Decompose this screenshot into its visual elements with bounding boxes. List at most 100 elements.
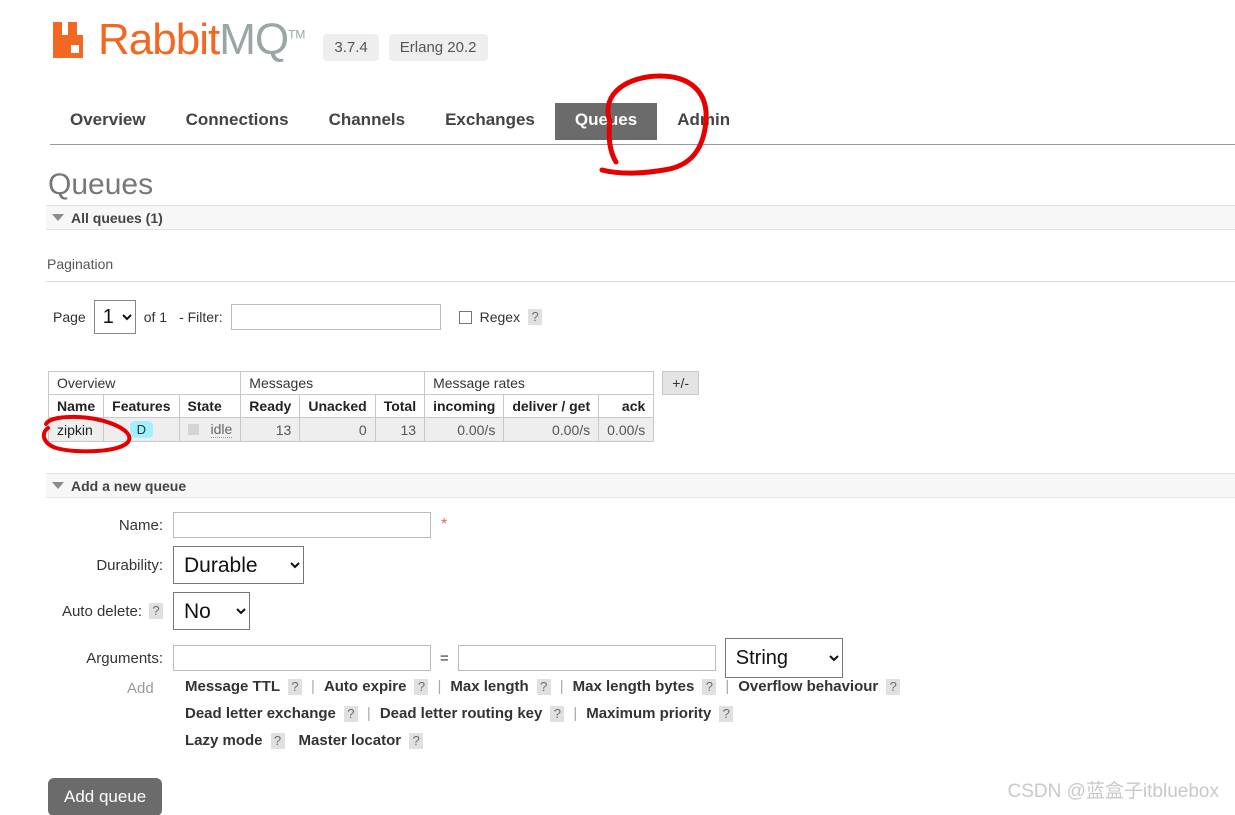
col-unacked[interactable]: Unacked	[299, 394, 376, 418]
argument-type-select[interactable]: String Number Boolean List	[724, 638, 843, 678]
preset-auto-expire[interactable]: Auto expire	[324, 678, 407, 695]
preset-max-length[interactable]: Max length	[450, 678, 528, 695]
col-state[interactable]: State	[178, 394, 242, 418]
form-row-name: Name: *	[48, 512, 843, 538]
regex-label: Regex	[479, 309, 521, 325]
col-features[interactable]: Features	[103, 394, 180, 418]
group-header-message-rates: Message rates	[424, 371, 655, 395]
group-header-overview: Overview	[47, 371, 242, 395]
cell-features: D	[103, 417, 180, 442]
preset-lazy-mode[interactable]: Lazy mode	[185, 732, 263, 749]
auto-expire-help-icon[interactable]: ?	[414, 678, 429, 695]
page-count-label: of 1	[143, 309, 168, 325]
max-length-bytes-help-icon[interactable]: ?	[702, 678, 717, 695]
filter-dash: -	[179, 309, 184, 325]
app-header: RabbitMQTM 3.7.4 Erlang 20.2	[50, 18, 498, 62]
col-ack[interactable]: ack	[598, 394, 655, 418]
preset-dead-letter-routing-key[interactable]: Dead letter routing key	[380, 705, 543, 722]
regex-control[interactable]: Regex ?	[458, 309, 543, 325]
dead-letter-exchange-help-icon[interactable]: ?	[343, 705, 358, 722]
arguments-label: Arguments:	[86, 649, 163, 667]
cell-deliver-get: 0.00/s	[503, 417, 600, 442]
state-text: idle	[210, 421, 233, 438]
overflow-behaviour-help-icon[interactable]: ?	[886, 678, 901, 695]
tab-overview[interactable]: Overview	[50, 103, 166, 140]
nav-list: Overview Connections Channels Exchanges …	[50, 103, 1235, 140]
col-name[interactable]: Name	[47, 394, 105, 418]
tab-channels[interactable]: Channels	[309, 103, 426, 140]
all-queues-section-header[interactable]: All queues (1)	[46, 205, 1235, 230]
collapse-triangle-icon[interactable]	[52, 482, 64, 489]
preset-separator: |	[437, 678, 442, 695]
add-queue-section-header[interactable]: Add a new queue	[46, 473, 1235, 498]
regex-checkbox[interactable]	[458, 310, 472, 324]
tab-exchanges[interactable]: Exchanges	[425, 103, 555, 140]
preset-message-ttl[interactable]: Message TTL	[185, 678, 280, 695]
table-row[interactable]: zipkin D idle 13 0 13 0.00/s 0.00/s 0.00…	[47, 417, 655, 442]
tab-queues[interactable]: Queues	[554, 103, 658, 140]
preset-separator: |	[559, 678, 564, 695]
auto-delete-select[interactable]: No Yes	[173, 592, 250, 630]
table-column-header-row: Name Features State Ready Unacked Total …	[47, 394, 655, 418]
pagination-controls: Page 1 of 1 - Filter: Regex ?	[53, 300, 543, 334]
add-queue-button[interactable]: Add queue	[48, 778, 163, 815]
auto-delete-label-group: Auto delete: ?	[48, 603, 173, 620]
col-total[interactable]: Total	[374, 394, 426, 418]
col-ready[interactable]: Ready	[240, 394, 301, 418]
filter-text: Filter:	[187, 309, 223, 325]
preset-max-length-bytes[interactable]: Max length bytes	[573, 678, 695, 695]
preset-row-1: Message TTL ? | Auto expire ? | Max leng…	[185, 678, 901, 695]
durable-badge: D	[129, 421, 154, 438]
toggle-columns-button[interactable]: +/-	[662, 371, 700, 395]
erlang-version-badge: Erlang 20.2	[388, 33, 488, 61]
preset-master-locator[interactable]: Master locator	[299, 732, 402, 749]
preset-separator: |	[725, 678, 730, 695]
form-row-arguments: Arguments: = String Number Boolean List	[48, 638, 843, 678]
collapse-triangle-icon[interactable]	[52, 214, 64, 221]
page-label: Page	[53, 309, 86, 325]
page-title: Queues	[48, 168, 154, 201]
durability-select[interactable]: Durable Transient	[173, 546, 304, 584]
rabbitmq-version-badge: 3.7.4	[323, 33, 379, 61]
argument-presets: Add Message TTL ? | Auto expire ? | Max …	[127, 678, 901, 759]
regex-help-icon[interactable]: ?	[528, 309, 543, 325]
queue-name-input[interactable]	[173, 512, 431, 538]
preset-dead-letter-exchange[interactable]: Dead letter exchange	[185, 705, 336, 722]
argument-key-input[interactable]	[173, 645, 431, 671]
maximum-priority-help-icon[interactable]: ?	[719, 705, 734, 722]
cell-state: idle	[178, 417, 242, 442]
group-header-messages: Messages	[240, 371, 426, 395]
auto-delete-help-icon[interactable]: ?	[149, 603, 163, 619]
preset-maximum-priority[interactable]: Maximum priority	[586, 705, 711, 722]
required-asterisk: *	[441, 516, 448, 533]
rabbitmq-management-page: RabbitMQTM 3.7.4 Erlang 20.2 Overview Co…	[0, 0, 1235, 815]
auto-delete-label: Auto delete:	[61, 602, 142, 620]
page-select[interactable]: 1	[93, 300, 136, 334]
preset-separator: |	[311, 678, 315, 695]
logo-text-rabbit: Rabbit	[98, 15, 220, 64]
cell-total: 13	[374, 417, 426, 442]
tab-connections[interactable]: Connections	[166, 103, 309, 140]
filter-input[interactable]	[230, 304, 441, 330]
preset-overflow-behaviour[interactable]: Overflow behaviour	[738, 678, 878, 695]
filter-label: - Filter:	[179, 309, 223, 325]
master-locator-help-icon[interactable]: ?	[409, 732, 424, 749]
table-group-header-row: Overview Messages Message rates	[47, 371, 655, 395]
state-indicator-icon	[187, 424, 199, 435]
col-deliver-get[interactable]: deliver / get	[503, 394, 600, 418]
preset-row-3: Lazy mode ? Master locator ?	[185, 732, 900, 749]
preset-row-2: Dead letter exchange ? | Dead letter rou…	[185, 705, 900, 722]
queues-table: Overview Messages Message rates Name Fea…	[47, 371, 655, 442]
lazy-mode-help-icon[interactable]: ?	[270, 732, 285, 749]
argument-equals-sign: =	[440, 649, 449, 667]
tab-admin[interactable]: Admin	[657, 103, 750, 140]
cell-queue-name[interactable]: zipkin	[47, 417, 105, 442]
max-length-help-icon[interactable]: ?	[536, 678, 551, 695]
message-ttl-help-icon[interactable]: ?	[288, 678, 303, 695]
dead-letter-routing-key-help-icon[interactable]: ?	[550, 705, 565, 722]
col-incoming[interactable]: incoming	[424, 394, 505, 418]
watermark: CSDN @蓝盒子itbluebox	[1007, 781, 1219, 802]
durability-label: Durability:	[96, 556, 163, 574]
argument-value-input[interactable]	[457, 645, 716, 671]
version-badges: 3.7.4 Erlang 20.2	[323, 20, 497, 61]
